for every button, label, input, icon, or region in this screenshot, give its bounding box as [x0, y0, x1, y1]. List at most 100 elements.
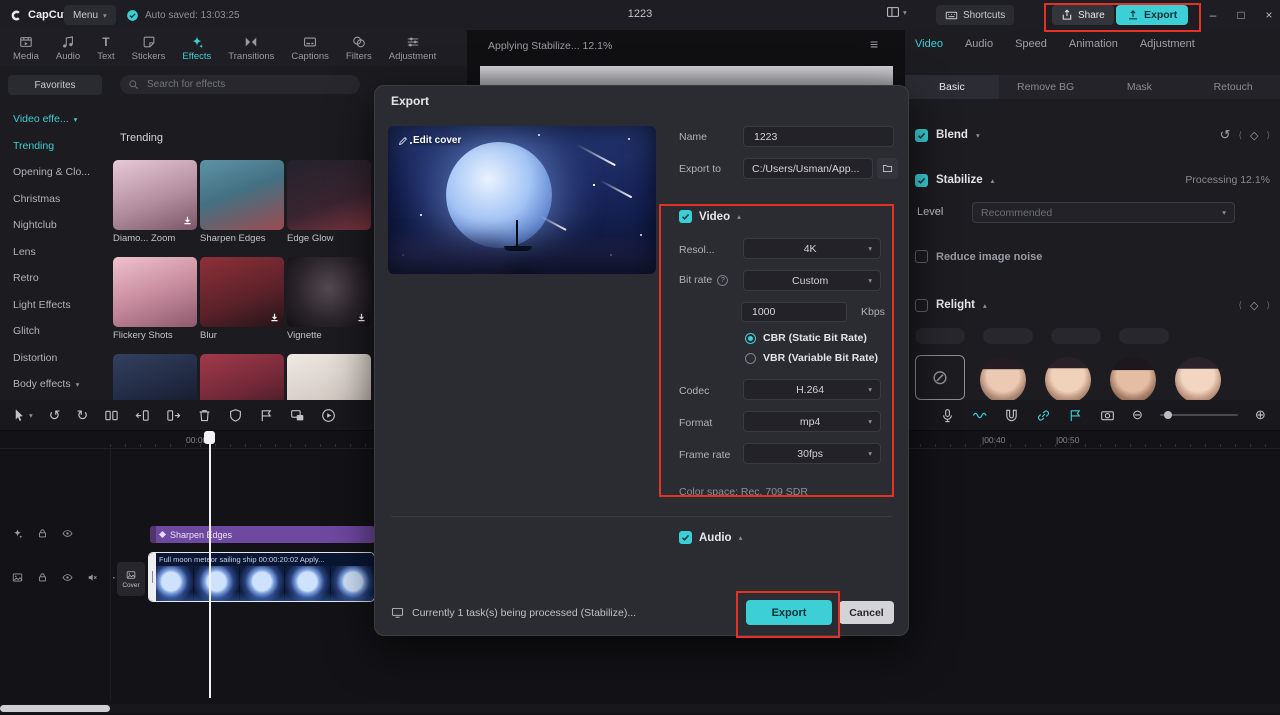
relight-checkbox[interactable] [915, 298, 928, 312]
tab-adjustment[interactable]: Adjustment [386, 35, 440, 62]
category-group-video-effects[interactable]: Video effe... ▾ [0, 106, 110, 133]
subtab-retouch[interactable]: Retouch [1186, 75, 1280, 99]
chevron-up-icon[interactable]: ▴ [983, 301, 987, 310]
snap-toggle[interactable] [1004, 408, 1019, 423]
effect-card[interactable]: Diamo... Zoom [113, 160, 197, 244]
tab-animation[interactable]: Animation [1069, 38, 1118, 50]
effect-thumbnail[interactable] [287, 160, 371, 230]
name-input[interactable] [752, 129, 885, 144]
relight-preset-face[interactable] [1045, 357, 1091, 400]
category-retro[interactable]: Retro [0, 265, 110, 292]
keyframe-prev-icon[interactable]: ⟨ [1239, 300, 1243, 311]
split-button[interactable] [104, 408, 119, 423]
cover-preview[interactable]: Edit cover [388, 126, 656, 274]
vbr-radio[interactable] [745, 352, 756, 364]
select-tool-button[interactable]: ▾ [12, 408, 33, 423]
effect-thumbnail[interactable] [200, 354, 284, 400]
clip-left-cap[interactable] [150, 526, 156, 543]
keyframe-icon[interactable]: ◇ [1250, 299, 1258, 312]
reduce-noise-checkbox[interactable] [915, 250, 928, 263]
effects-icon[interactable] [12, 528, 23, 539]
cbr-radio[interactable] [745, 332, 756, 344]
tab-transitions[interactable]: Transitions [225, 35, 277, 62]
effect-card[interactable]: Sharpen Edges [200, 160, 284, 244]
category-light-effects[interactable]: Light Effects [0, 292, 110, 319]
overlay-button[interactable] [290, 408, 305, 423]
timeline-scrollbar-track[interactable] [0, 704, 1280, 713]
effect-thumbnail[interactable] [113, 257, 197, 327]
search-input[interactable] [145, 78, 329, 91]
relight-preset-face[interactable] [1110, 357, 1156, 400]
trim-right-button[interactable] [166, 408, 181, 423]
category-christmas[interactable]: Christmas [0, 186, 110, 213]
preview-menu-icon[interactable]: ≡ [870, 36, 878, 52]
codec-select[interactable]: H.264 ▾ [743, 379, 881, 400]
timeline-scrollbar-thumb[interactable] [0, 705, 110, 712]
undo-button[interactable]: ↺ [49, 407, 61, 424]
relight-preset-face[interactable] [980, 357, 1026, 400]
tab-audio[interactable]: Audio [53, 35, 83, 62]
info-icon[interactable]: ? [717, 274, 729, 286]
keyframe-prev-icon[interactable]: ⟨ [1239, 130, 1243, 141]
preview-play-button[interactable] [321, 408, 336, 423]
cbr-option[interactable]: CBR (Static Bit Rate) [745, 332, 867, 344]
tab-filters[interactable]: Filters [343, 35, 375, 62]
thumbnail-view-icon[interactable] [12, 572, 23, 583]
redo-button[interactable]: ↻ [77, 407, 89, 424]
shortcuts-button[interactable]: Shortcuts [936, 5, 1015, 25]
export-confirm-button[interactable]: Export [746, 600, 832, 625]
chevron-up-icon[interactable]: ▴ [737, 212, 741, 221]
effect-card[interactable]: Blur [200, 257, 284, 341]
favorites-button[interactable]: Favorites [8, 75, 102, 95]
framerate-select[interactable]: 30fps ▾ [743, 443, 881, 464]
effect-thumbnail[interactable] [200, 160, 284, 230]
snapshot-button[interactable] [1100, 408, 1115, 423]
tab-speed[interactable]: Speed [1015, 38, 1047, 50]
edit-cover-button[interactable]: Edit cover [398, 135, 461, 146]
tab-text[interactable]: T Text [94, 35, 117, 62]
freeze-button[interactable] [259, 408, 274, 423]
video-clip[interactable]: Full moon meteor sailing ship 00:00:20:0… [148, 552, 375, 602]
chevron-up-icon[interactable]: ▴ [991, 176, 995, 185]
export-button-topbar[interactable]: Export [1116, 5, 1189, 25]
tab-audio-inspector[interactable]: Audio [965, 38, 993, 50]
effect-thumbnail[interactable] [287, 257, 371, 327]
effect-thumbnail[interactable] [113, 160, 197, 230]
video-checkbox[interactable] [679, 210, 692, 223]
slider-handle[interactable] [1163, 411, 1172, 419]
effect-card[interactable]: Edge Glow [287, 160, 371, 244]
export-path-field[interactable]: C:/Users/Usman/App... [743, 158, 873, 179]
share-button[interactable]: Share [1052, 5, 1114, 25]
category-lens[interactable]: Lens [0, 239, 110, 266]
resolution-select[interactable]: 4K ▾ [743, 238, 881, 259]
playhead-line[interactable] [209, 431, 211, 698]
category-distortion[interactable]: Distortion [0, 345, 110, 372]
effect-card[interactable] [113, 354, 197, 400]
keyframe-next-icon[interactable]: ⟩ [1266, 300, 1270, 311]
category-glitch[interactable]: Glitch [0, 318, 110, 345]
audio-checkbox[interactable] [679, 531, 692, 544]
layout-button[interactable]: ▾ [886, 5, 907, 19]
link-toggle[interactable] [1036, 408, 1051, 423]
level-select[interactable]: Recommended ▾ [972, 202, 1235, 223]
effects-search[interactable] [120, 75, 360, 94]
cover-button[interactable]: Cover [117, 562, 145, 596]
zoom-out-button[interactable]: ⊖ [1132, 407, 1143, 423]
subtab-remove-bg[interactable]: Remove BG [999, 75, 1093, 99]
tab-stickers[interactable]: Stickers [129, 35, 169, 62]
stabilize-checkbox[interactable] [915, 173, 928, 187]
effect-card[interactable]: Flickery Shots [113, 257, 197, 341]
marker-button[interactable] [1068, 408, 1083, 423]
tab-media[interactable]: Media [10, 35, 42, 62]
zoom-in-button[interactable]: ⊕ [1255, 407, 1266, 423]
delete-button[interactable] [197, 408, 212, 423]
bitrate-amount-field[interactable] [741, 302, 847, 322]
effect-thumbnail[interactable] [287, 354, 371, 400]
relight-preset-none[interactable]: ⊘ [915, 355, 965, 400]
effect-card[interactable] [200, 354, 284, 400]
keyframe-icon[interactable]: ◇ [1250, 129, 1258, 142]
audio-wave-toggle[interactable] [972, 408, 987, 423]
maximize-button[interactable]: □ [1228, 0, 1254, 30]
category-group-body-effects[interactable]: Body effects ▾ [0, 371, 110, 398]
lock-icon[interactable] [37, 528, 48, 539]
